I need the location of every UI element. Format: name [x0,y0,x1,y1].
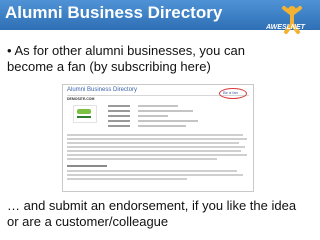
endorsement-line [67,174,243,176]
slide-title: Alumni Business Directory [5,3,223,22]
description-line [67,154,247,156]
fan-button-highlight: Be a fan [219,88,247,99]
detail-row [108,125,130,127]
business-logo [73,105,97,123]
detail-row [108,105,130,107]
slide-header: Alumni Business Directory AWESLNET [0,0,320,34]
description-line [67,142,239,144]
detail-row [138,125,186,127]
detail-row [108,110,130,112]
logo-text: AWESLNET [266,24,305,31]
description-line [67,158,217,160]
detail-row [138,110,193,112]
fan-button-label: Be a fan [223,90,238,95]
description-line [67,138,247,140]
description-line [67,146,245,148]
detail-row [138,115,168,117]
description-line [67,134,243,136]
endorsement-line [67,170,237,172]
detail-row [138,105,178,107]
caption-text: … and submit an endorsement, if you like… [7,198,297,229]
detail-row [108,120,130,122]
embedded-domain: DEMOSITE.COM [67,97,95,101]
bullet-text: • As for other alumni businesses, you ca… [7,43,245,74]
description-line [67,150,241,152]
detail-row [108,115,130,117]
embedded-screenshot: Alumni Business Directory DEMOSITE.COM B… [62,84,254,192]
embedded-page-title: Alumni Business Directory [67,87,138,93]
endorsement-heading [67,165,107,167]
endorsement-line [67,178,187,180]
star-figure-icon [282,6,302,34]
detail-row [138,120,198,122]
aweslnet-logo: AWESLNET [262,2,314,40]
